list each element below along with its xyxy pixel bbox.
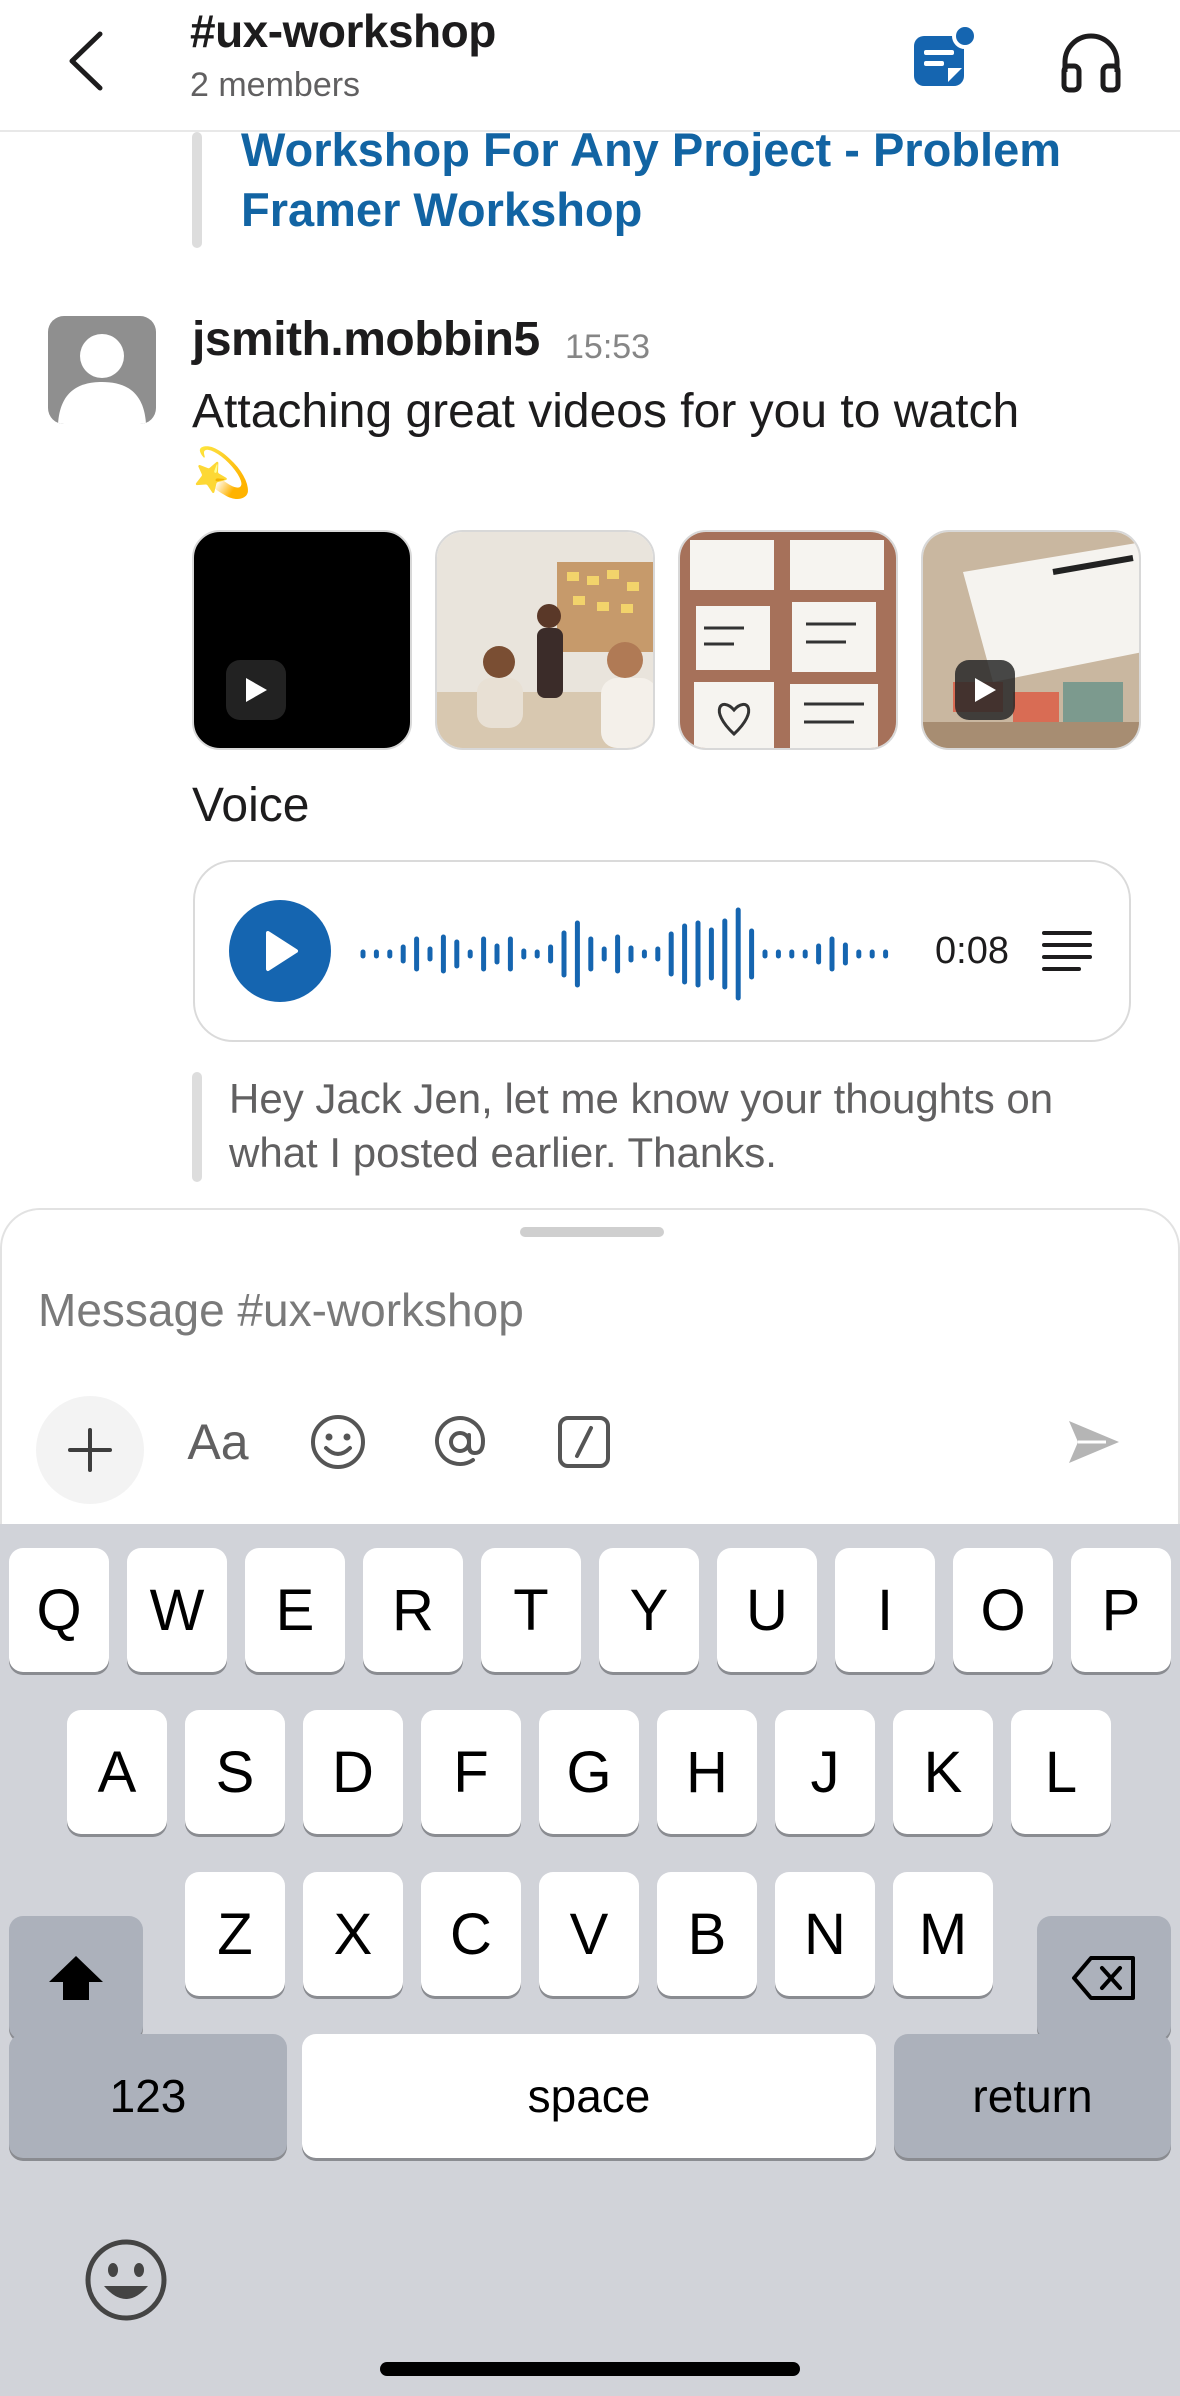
channel-title[interactable]: #ux-workshop	[190, 4, 496, 58]
image-attachment[interactable]	[678, 530, 898, 750]
meeting-photo	[437, 532, 653, 748]
key-i[interactable]: I	[835, 1548, 935, 1672]
transcript-button[interactable]	[1041, 928, 1093, 974]
default-avatar-icon	[58, 334, 146, 424]
key-m[interactable]: M	[893, 1872, 993, 1996]
link-preview-title[interactable]: Workshop For Any Project - Problem Frame…	[241, 132, 1101, 240]
key-u[interactable]: U	[717, 1548, 817, 1672]
key-t[interactable]: T	[481, 1548, 581, 1672]
add-attachment-button[interactable]	[36, 1396, 144, 1504]
text-format-button[interactable]: Aa	[178, 1392, 258, 1492]
chevron-left-icon	[69, 31, 103, 91]
key-g[interactable]: G	[539, 1710, 639, 1834]
key-v[interactable]: V	[539, 1872, 639, 1996]
key-c[interactable]: C	[421, 1872, 521, 1996]
message-text: Attaching great videos for you to watch	[192, 385, 1020, 438]
notes-desk-photo	[923, 532, 1139, 748]
message-author[interactable]: jsmith.mobbin5	[192, 312, 540, 367]
return-key[interactable]: return	[894, 2034, 1171, 2158]
reply-preview-bar	[192, 1072, 202, 1182]
plus-icon	[68, 1428, 112, 1472]
key-p[interactable]: P	[1071, 1548, 1171, 1672]
mention-icon	[435, 1416, 486, 1466]
back-button[interactable]	[58, 26, 114, 96]
key-r[interactable]: R	[363, 1548, 463, 1672]
space-key[interactable]: space	[302, 2034, 876, 2158]
backspace-key[interactable]	[1037, 1916, 1171, 2040]
mention-button[interactable]	[420, 1392, 500, 1492]
play-icon	[266, 931, 298, 971]
message-input[interactable]	[38, 1270, 1138, 1350]
sticky-notes-photo	[680, 532, 896, 748]
backspace-icon	[1072, 1956, 1135, 2000]
key-q[interactable]: Q	[9, 1548, 109, 1672]
key-x[interactable]: X	[303, 1872, 403, 1996]
video-attachment[interactable]	[921, 530, 1141, 750]
play-icon	[226, 660, 286, 720]
voice-play-button[interactable]	[229, 900, 331, 1002]
key-e[interactable]: E	[245, 1548, 345, 1672]
emoji-keyboard-button[interactable]	[82, 2236, 170, 2324]
key-j[interactable]: J	[775, 1710, 875, 1834]
key-b[interactable]: B	[657, 1872, 757, 1996]
slash-command-icon	[558, 1416, 610, 1468]
key-f[interactable]: F	[421, 1710, 521, 1834]
key-a[interactable]: A	[67, 1710, 167, 1834]
voice-message: 0:08	[193, 860, 1131, 1042]
message-timestamp: 15:53	[565, 328, 651, 366]
key-l[interactable]: L	[1011, 1710, 1111, 1834]
key-y[interactable]: Y	[599, 1548, 699, 1672]
key-w[interactable]: W	[127, 1548, 227, 1672]
emoji-icon	[311, 1415, 365, 1469]
video-attachment[interactable]	[192, 530, 412, 750]
dizzy-emoji: 💫	[192, 447, 252, 500]
message-list[interactable]: Workshop For Any Project - Problem Frame…	[0, 132, 1180, 1210]
key-z[interactable]: Z	[185, 1872, 285, 1996]
message-composer: Aa	[0, 1208, 1180, 1526]
channel-header: #ux-workshop 2 members	[0, 0, 1180, 132]
emoji-icon	[85, 2239, 167, 2321]
key-n[interactable]: N	[775, 1872, 875, 1996]
voice-duration: 0:08	[935, 930, 1009, 972]
member-count[interactable]: 2 members	[190, 66, 360, 105]
canvas-icon	[914, 23, 978, 86]
voice-label: Voice	[192, 779, 310, 832]
avatar[interactable]	[48, 316, 156, 424]
shift-key[interactable]	[9, 1916, 143, 2040]
system-keyboard: QWERTYUIOP ASDFGHJKL ZXCVBNM 123 space r…	[0, 1524, 1180, 2396]
key-o[interactable]: O	[953, 1548, 1053, 1672]
key-d[interactable]: D	[303, 1710, 403, 1834]
numbers-key[interactable]: 123	[9, 2034, 287, 2158]
reply-preview-text[interactable]: Hey Jack Jen, let me know your thoughts …	[229, 1072, 1129, 1180]
text-format-icon: Aa	[187, 1414, 249, 1470]
home-indicator[interactable]	[380, 2362, 800, 2376]
composer-drag-handle[interactable]	[520, 1227, 664, 1237]
send-button[interactable]	[1054, 1392, 1134, 1492]
key-k[interactable]: K	[893, 1710, 993, 1834]
transcript-icon	[1042, 931, 1092, 971]
shift-icon	[49, 1956, 103, 2000]
emoji-button[interactable]	[298, 1392, 378, 1492]
slash-command-button[interactable]	[544, 1392, 624, 1492]
headphones-icon	[1061, 33, 1121, 93]
key-s[interactable]: S	[185, 1710, 285, 1834]
voice-waveform[interactable]	[355, 906, 895, 1002]
image-attachment[interactable]	[435, 530, 655, 750]
link-preview-bar	[192, 132, 202, 248]
key-h[interactable]: H	[657, 1710, 757, 1834]
play-icon	[955, 660, 1015, 720]
canvas-button[interactable]	[908, 20, 984, 96]
huddle-button[interactable]	[1056, 26, 1126, 96]
send-icon	[1069, 1421, 1119, 1463]
